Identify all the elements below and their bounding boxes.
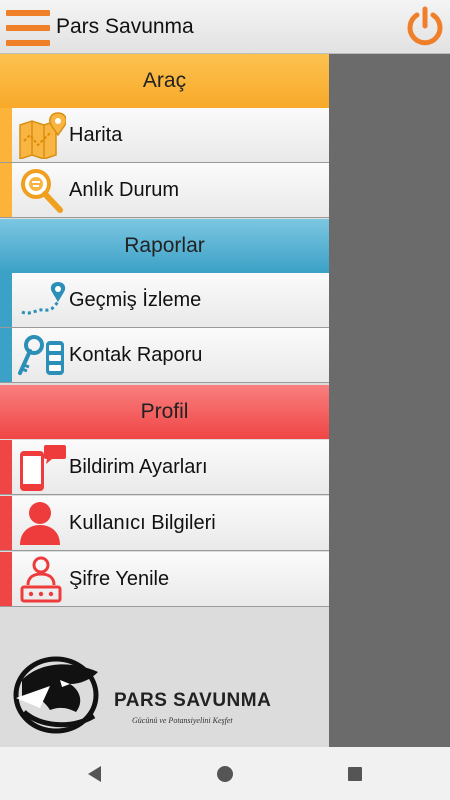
section-accent [0, 163, 12, 217]
section-accent [0, 496, 12, 550]
recents-icon[interactable] [340, 759, 370, 789]
brand-name: PARS SAVUNMA [114, 690, 272, 711]
menu-item-label: Şifre Yenile [69, 568, 170, 590]
section-accent [0, 552, 12, 606]
hamburger-icon[interactable] [6, 10, 50, 46]
menu-item-label: Harita [69, 124, 123, 146]
power-icon[interactable] [403, 4, 447, 48]
section-header-arac: Araç [0, 54, 329, 108]
car-key-icon [16, 331, 66, 379]
menu-item-label: Anlık Durum [69, 179, 180, 201]
home-icon[interactable] [210, 759, 240, 789]
menu-item-gecmis-izleme[interactable]: Geçmiş İzleme [0, 273, 329, 328]
app-title: Pars Savunma [56, 15, 194, 38]
section-accent [0, 440, 12, 494]
system-navigation-bar [0, 747, 450, 800]
user-password-icon [16, 555, 66, 603]
section-accent [0, 328, 12, 382]
drawer-scrim[interactable] [329, 54, 450, 747]
section-accent [0, 108, 12, 162]
section-header-raporlar: Raporlar [0, 219, 329, 273]
app-bar: Pars Savunma [0, 0, 450, 54]
menu-item-bildirim-ayarlari[interactable]: Bildirim Ayarları [0, 440, 329, 495]
brand-logo: PARS SAVUNMA Gücünü ve Potansiyelini Keş… [10, 650, 310, 742]
back-icon[interactable] [80, 759, 110, 789]
user-icon [16, 499, 66, 547]
menu-item-label: Bildirim Ayarları [69, 456, 208, 478]
menu-item-kontak-raporu[interactable]: Kontak Raporu [0, 328, 329, 383]
map-pin-icon [16, 111, 67, 161]
menu-item-label: Kullanıcı Bilgileri [69, 512, 216, 534]
menu-item-label: Kontak Raporu [69, 344, 203, 366]
brand-slogan: Gücünü ve Potansiyelini Keşfet [132, 716, 233, 725]
menu-item-anlik-durum[interactable]: Anlık Durum [0, 163, 329, 218]
search-location-icon [16, 166, 66, 214]
menu-item-label: Geçmiş İzleme [69, 289, 202, 311]
section-accent [0, 273, 12, 327]
menu-item-harita[interactable]: Harita [0, 108, 329, 163]
route-history-icon [16, 276, 66, 324]
section-header-profil: Profil [0, 385, 329, 439]
menu-item-sifre-yenile[interactable]: Şifre Yenile [0, 552, 329, 607]
panther-logo-icon [13, 656, 99, 734]
phone-message-icon [16, 443, 66, 491]
menu-item-kullanici-bilgileri[interactable]: Kullanıcı Bilgileri [0, 496, 329, 551]
